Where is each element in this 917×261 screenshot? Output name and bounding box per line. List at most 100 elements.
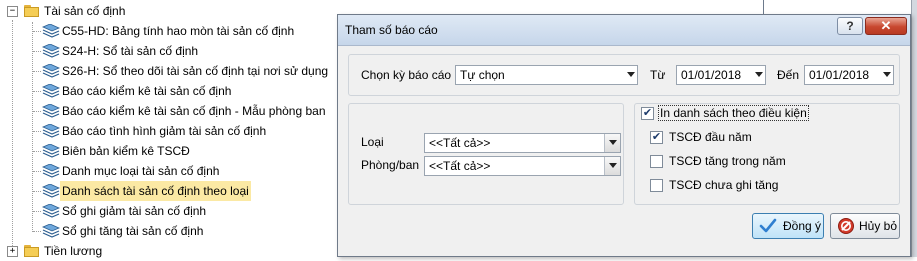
from-date-picker[interactable]: 01/01/2018 — [676, 65, 766, 85]
type-label: Loại — [361, 135, 384, 149]
tree-report-item[interactable]: Danh sách tài sản cố định theo loại — [0, 181, 320, 201]
opening-assets-checkbox[interactable]: ✔ — [650, 131, 663, 144]
close-button[interactable]: ✕ — [865, 17, 907, 35]
tree-guide-line — [33, 151, 41, 152]
tree-guide-line — [33, 131, 41, 132]
expand-icon[interactable]: + — [7, 246, 18, 257]
tree-report-label: Danh mục loại tài sản cố định — [62, 164, 220, 178]
to-date-picker[interactable]: 01/01/2018 — [804, 65, 894, 85]
background-window-edge — [763, 0, 764, 14]
ok-label: Đồng ý — [783, 219, 822, 233]
tree-report-label: Báo cáo kiểm kê tài sản cố định - Mẫu ph… — [62, 104, 326, 118]
help-button[interactable]: ? — [837, 17, 863, 35]
report-icon — [42, 84, 60, 98]
dropdown-button[interactable] — [604, 134, 620, 152]
from-label: Từ — [650, 68, 666, 82]
chevron-down-icon — [609, 163, 617, 168]
tree-guide-line — [33, 31, 41, 32]
report-icon — [42, 44, 60, 58]
report-parameters-dialog: Tham số báo cáo ? ✕ Chọn kỳ báo cáo Tự c… — [337, 14, 911, 257]
print-by-condition-text: In danh sách theo điều kiện — [658, 105, 809, 121]
print-by-condition-label: In danh sách theo điều kiện — [658, 105, 809, 121]
tree-guide-line — [33, 91, 41, 92]
tree-report-item[interactable]: S24-H: Sổ tài sản cố định — [0, 41, 320, 61]
tree-report-item[interactable]: C55-HD: Bảng tính hao mòn tài sản cố địn… — [0, 21, 320, 41]
ok-button[interactable]: Đồng ý — [752, 213, 824, 239]
to-date-value: 01/01/2018 — [809, 68, 870, 82]
type-value: <<Tất cả>> — [429, 136, 491, 150]
report-icon — [42, 144, 60, 158]
folder-icon — [24, 245, 40, 257]
tree-node-label: Tiền lương — [44, 244, 103, 258]
tree-report-label: S24-H: Sổ tài sản cố định — [62, 44, 199, 58]
period-value: Tự chọn — [460, 68, 505, 82]
tree-guide-line — [33, 71, 41, 72]
dept-select[interactable]: <<Tất cả>> — [424, 156, 621, 176]
type-select[interactable]: <<Tất cả>> — [424, 133, 621, 153]
dept-label: Phòng/ban — [361, 158, 420, 172]
chevron-down-icon — [755, 72, 763, 77]
opening-assets-label: TSCĐ đầu năm — [669, 130, 752, 144]
cancel-icon — [838, 218, 854, 234]
tree-report-label: Danh sách tài sản cố định theo loại — [60, 181, 251, 201]
cancel-button[interactable]: Hủy bỏ — [830, 213, 900, 239]
tree-report-label: Sổ ghi giảm tài sản cố định — [62, 204, 207, 218]
report-icon — [42, 64, 60, 78]
dropdown-button[interactable] — [604, 157, 620, 175]
period-select[interactable]: Tự chọn — [455, 65, 638, 85]
tree-report-item[interactable]: Sổ ghi giảm tài sản cố định — [0, 201, 320, 221]
report-icon — [42, 24, 60, 38]
tree-report-item[interactable]: Danh mục loại tài sản cố định — [0, 161, 320, 181]
tree-report-label: Biên bản kiểm kê TSCĐ — [62, 144, 190, 158]
dept-value: <<Tất cả>> — [429, 159, 491, 173]
background-window-edge — [911, 0, 917, 257]
report-icon — [42, 124, 60, 138]
period-label: Chọn kỳ báo cáo — [361, 68, 452, 82]
report-icon — [42, 104, 60, 118]
tree-node-fixed-assets[interactable]: − Tài sản cố định — [0, 1, 300, 21]
report-tree: − Tài sản cố định C55-HD: Bảng tính hao … — [0, 0, 330, 258]
tree-report-item[interactable]: Báo cáo kiểm kê tài sản cố định - Mẫu ph… — [0, 101, 326, 121]
tree-node-payroll[interactable]: + Tiền lương — [0, 241, 300, 261]
tree-report-item[interactable]: Biên bản kiểm kê TSCĐ — [0, 141, 320, 161]
report-icon — [42, 204, 60, 218]
cancel-label: Hủy bỏ — [859, 219, 898, 233]
chevron-down-icon — [609, 140, 617, 145]
from-date-value: 01/01/2018 — [681, 68, 742, 82]
tree-report-label: Báo cáo tình hình giảm tài sản cố định — [62, 124, 267, 138]
chevron-down-icon — [883, 72, 891, 77]
report-icon — [42, 164, 60, 178]
tree-guide-line — [33, 171, 41, 172]
check-icon — [759, 218, 777, 233]
tree-report-label: S26-H: Sổ theo dõi tài sản cố định tại n… — [62, 64, 329, 78]
unrecorded-assets-checkbox[interactable] — [650, 179, 663, 192]
tree-guide-line — [33, 231, 41, 232]
folder-icon — [24, 5, 40, 17]
dialog-titlebar[interactable]: Tham số báo cáo ? ✕ — [338, 15, 910, 46]
tree-guide-line — [33, 211, 41, 212]
tree-node-label: Tài sản cố định — [44, 4, 126, 18]
filters-group: Loại <<Tất cả>> Phòng/ban <<Tất cả>> — [348, 103, 624, 205]
tree-guide-line — [33, 111, 41, 112]
to-label: Đến — [777, 68, 800, 82]
increased-assets-checkbox[interactable] — [650, 155, 663, 168]
report-icon — [42, 224, 60, 238]
chevron-down-icon — [627, 72, 635, 77]
unrecorded-assets-label: TSCĐ chưa ghi tăng — [669, 178, 779, 192]
collapse-icon[interactable]: − — [7, 6, 18, 17]
tree-report-item[interactable]: Sổ ghi tăng tài sản cố định — [0, 221, 320, 241]
tree-guide-line — [33, 191, 41, 192]
print-by-condition-checkbox[interactable]: ✔ — [641, 107, 654, 120]
tree-report-item[interactable]: Báo cáo kiểm kê tài sản cố định — [0, 81, 320, 101]
period-group: Chọn kỳ báo cáo Tự chọn Từ 01/01/2018 Đế… — [348, 54, 900, 96]
tree-report-label: Báo cáo kiểm kê tài sản cố định — [62, 84, 232, 98]
report-icon — [42, 184, 60, 198]
tree-report-item[interactable]: S26-H: Sổ theo dõi tài sản cố định tại n… — [0, 61, 328, 81]
increased-assets-label: TSCĐ tăng trong năm — [669, 154, 786, 168]
dialog-title: Tham số báo cáo — [345, 23, 438, 37]
tree-report-label: C55-HD: Bảng tính hao mòn tài sản cố địn… — [62, 24, 295, 38]
tree-report-label: Sổ ghi tăng tài sản cố định — [62, 224, 204, 238]
tree-guide-line — [33, 51, 41, 52]
options-group: ✔ In danh sách theo điều kiện ✔ TSCĐ đầu… — [634, 103, 900, 205]
tree-report-item[interactable]: Báo cáo tình hình giảm tài sản cố định — [0, 121, 320, 141]
